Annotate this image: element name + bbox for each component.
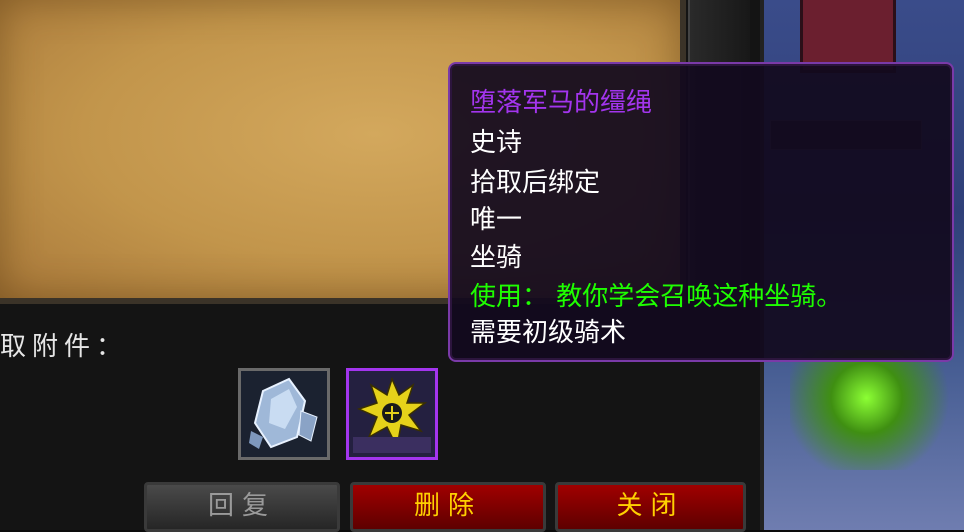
item-requirement: 需要初级骑术 (470, 318, 627, 348)
item-binding: 拾取后绑定 (470, 168, 601, 198)
item-uniqueness: 唯一 (470, 205, 523, 235)
close-button[interactable]: 关闭 (555, 482, 746, 532)
item-quality: 史诗 (470, 128, 523, 158)
attachment-slot-1[interactable] (238, 368, 330, 460)
ice-crystal-icon (241, 371, 327, 457)
attachments-label: 取附件： (0, 332, 129, 362)
item-type: 坐骑 (470, 243, 523, 273)
delete-button[interactable]: 删除 (350, 482, 546, 532)
item-tooltip: 堕落军马的缰绳 史诗 拾取后绑定 唯一 坐骑 使用： 教你学会召唤这种坐骑。 需… (448, 62, 954, 362)
fel-glow-decoration (790, 350, 960, 470)
fallen-charger-reins-icon (349, 371, 435, 457)
attachment-slot-2[interactable] (346, 368, 438, 460)
reply-button[interactable]: 回复 (144, 482, 340, 532)
item-name: 堕落军马的缰绳 (470, 88, 653, 118)
item-use-effect: 使用： 教你学会召唤这种坐骑。 (470, 282, 843, 312)
